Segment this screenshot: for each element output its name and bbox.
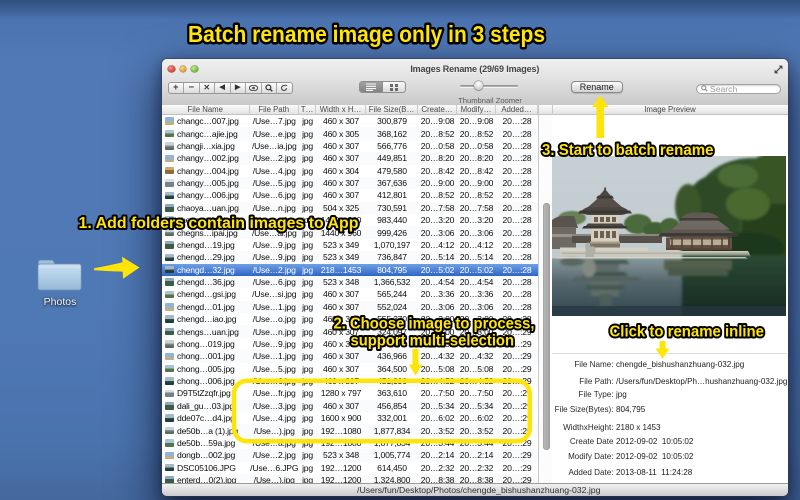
svg-text:Batch rename image only in 3 s: Batch rename image only in 3 steps [188, 21, 545, 47]
